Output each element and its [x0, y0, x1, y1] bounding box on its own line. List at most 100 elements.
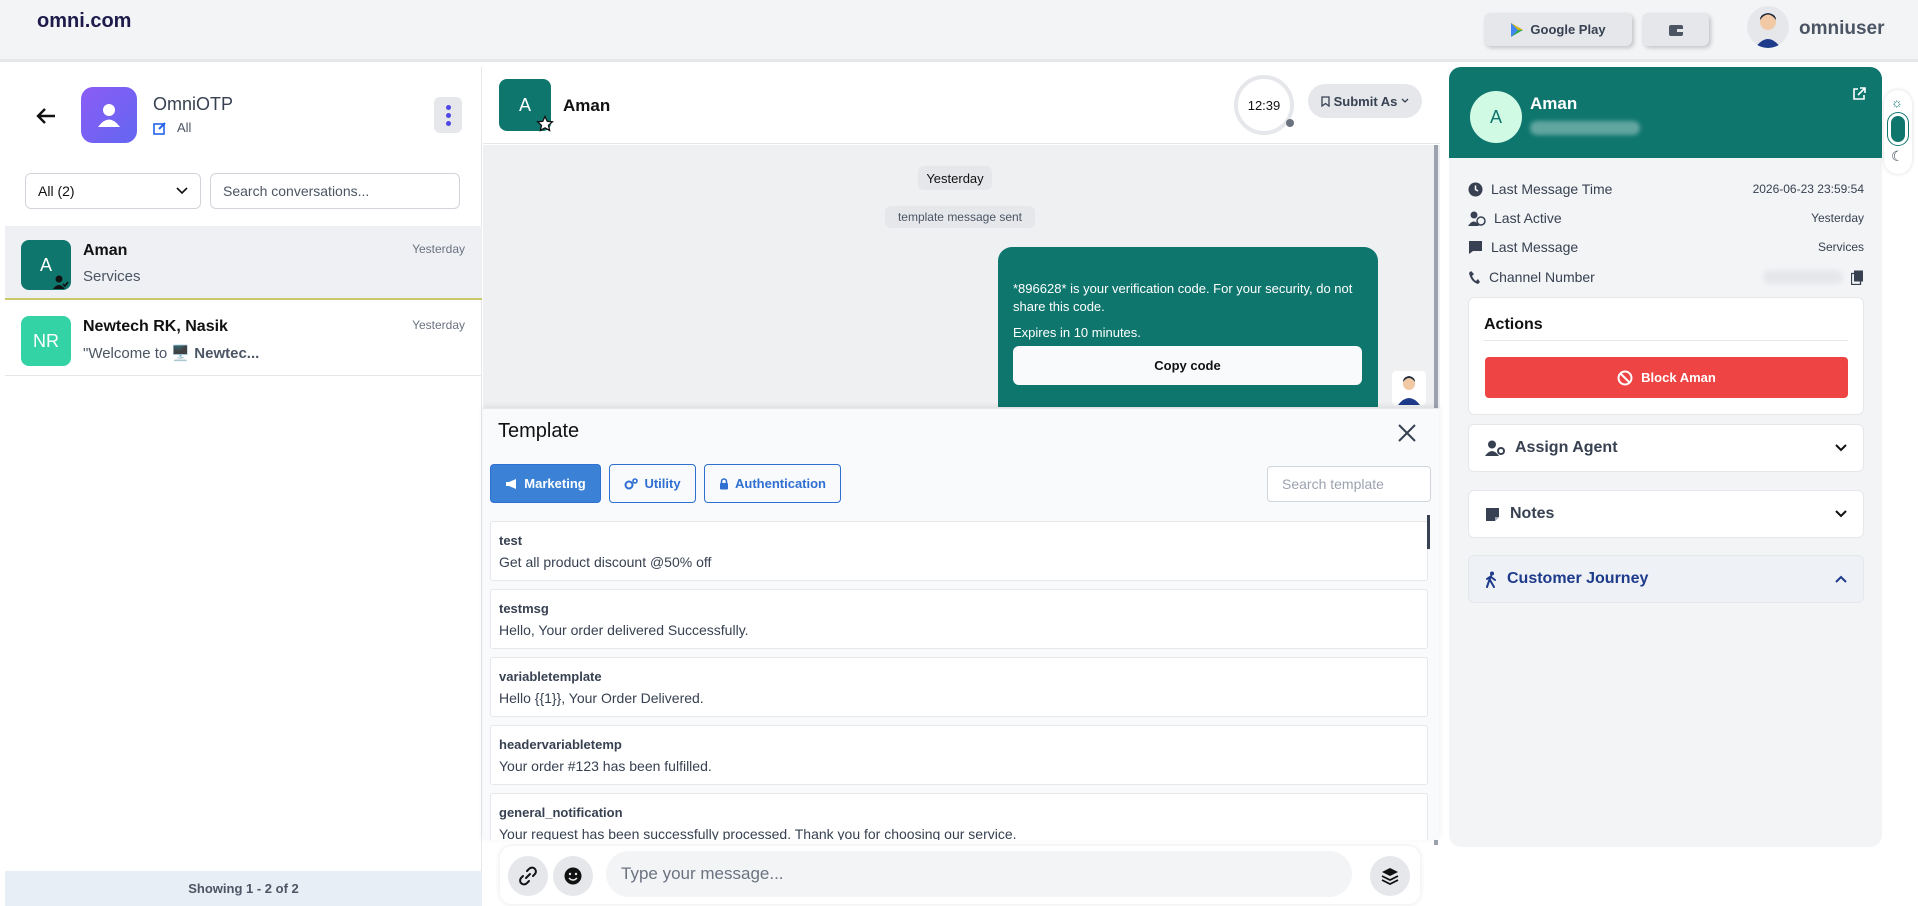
conversation-preview: "Welcome to 🖥️ Newtec...: [83, 345, 260, 362]
template-name: test: [499, 533, 523, 548]
star-icon[interactable]: [536, 114, 554, 138]
back-arrow-icon[interactable]: [36, 104, 56, 132]
info-channel-number: Channel Number: [1468, 266, 1864, 288]
filter-value: All (2): [38, 183, 75, 199]
edit-icon[interactable]: [153, 121, 167, 135]
message-bubble: *896628* is your verification code. For …: [998, 247, 1378, 407]
link-icon: [519, 866, 537, 886]
customer-phone-redacted: [1530, 121, 1640, 135]
account-filter[interactable]: All: [153, 120, 191, 135]
user-clock-icon: [1468, 211, 1486, 226]
block-contact-button[interactable]: Block Aman: [1485, 357, 1848, 398]
template-body: Hello, Your order delivered Successfully…: [499, 622, 749, 638]
template-item[interactable]: variabletemplate Hello {{1}}, Your Order…: [490, 657, 1428, 717]
divider: [1484, 340, 1848, 341]
timer-status-dot: [1286, 119, 1294, 127]
conversation-filter-select[interactable]: All (2): [25, 173, 201, 209]
template-item[interactable]: test Get all product discount @50% off: [490, 521, 1428, 581]
google-play-label: Google Play: [1530, 22, 1606, 37]
template-search-input[interactable]: [1267, 466, 1431, 502]
submit-as-button[interactable]: Submit As: [1308, 84, 1422, 118]
template-body: Hello {{1}}, Your Order Delivered.: [499, 690, 704, 706]
wallet-button[interactable]: [1642, 13, 1709, 46]
moon-icon[interactable]: ☾: [1891, 148, 1904, 165]
templates-button[interactable]: [1370, 856, 1410, 896]
message-input[interactable]: [606, 851, 1352, 897]
submit-as-label: Submit As: [1333, 93, 1398, 109]
tab-utility[interactable]: Utility: [609, 464, 696, 503]
theme-toggle-knob[interactable]: [1888, 113, 1908, 145]
computer-icon: 🖥️: [171, 345, 191, 362]
copy-code-button[interactable]: Copy code: [1013, 346, 1362, 385]
template-list-scrollbar[interactable]: [1427, 515, 1430, 549]
gears-icon: [624, 477, 639, 489]
more-options-icon[interactable]: [434, 97, 462, 133]
smile-icon: [564, 867, 582, 885]
actions-title: Actions: [1484, 316, 1543, 333]
template-item[interactable]: headervariabletemp Your order #123 has b…: [490, 725, 1428, 785]
conversation-avatar: A: [21, 240, 71, 290]
conversation-preview: Services: [83, 268, 141, 285]
template-item[interactable]: general_notification Your request has be…: [490, 793, 1428, 840]
template-item[interactable]: testmsg Hello, Your order delivered Succ…: [490, 589, 1428, 649]
chat-header: [483, 67, 1440, 144]
phone-icon: [1469, 270, 1480, 284]
customer-avatar: A: [1470, 91, 1522, 143]
user-avatar[interactable]: [1747, 6, 1789, 48]
template-panel-title: Template: [498, 420, 580, 442]
conversation-search-input[interactable]: [210, 173, 460, 209]
username[interactable]: omniuser: [1799, 18, 1885, 40]
message-text: *896628* is your verification code. For …: [1013, 281, 1353, 314]
session-timer: 12:39: [1234, 75, 1294, 135]
template-name: headervariabletemp: [499, 737, 622, 752]
message-expiry: Expires in 10 minutes.: [1013, 325, 1141, 340]
ban-icon: [1617, 370, 1633, 385]
notes-accordion[interactable]: Notes: [1468, 490, 1864, 538]
assigned-agent-icon: [53, 275, 69, 289]
google-play-button[interactable]: Google Play: [1484, 13, 1632, 46]
channel-number-redacted: [1763, 270, 1843, 284]
sun-icon[interactable]: ☼: [1891, 95, 1903, 110]
customer-journey-accordion[interactable]: Customer Journey: [1468, 555, 1864, 603]
info-last-message: Last Message Services: [1468, 236, 1864, 258]
template-name: variabletemplate: [499, 669, 602, 684]
conversation-name: Newtech RK, Nasik: [83, 318, 228, 335]
account-avatar: [81, 87, 137, 143]
megaphone-icon: [506, 478, 517, 489]
template-body: Get all product discount @50% off: [499, 554, 712, 570]
system-message: template message sent: [885, 206, 1035, 228]
assign-agent-accordion[interactable]: Assign Agent: [1468, 424, 1864, 472]
emoji-button[interactable]: [553, 856, 593, 896]
template-body: Your order #123 has been fulfilled.: [499, 758, 712, 774]
clock-icon: [1468, 182, 1483, 196]
attachment-button[interactable]: [508, 856, 548, 896]
chevron-down-icon: [1835, 444, 1847, 452]
tab-authentication[interactable]: Authentication: [704, 464, 841, 503]
user-icon: [98, 104, 120, 127]
bookmark-icon: [1320, 95, 1330, 107]
lock-icon: [720, 477, 728, 489]
wallet-icon: [1668, 24, 1683, 36]
template-name: general_notification: [499, 805, 623, 820]
conversation-item[interactable]: A Aman Services Yesterday: [5, 226, 482, 300]
info-last-message-time: Last Message Time 2026-06-23 23:59:54: [1468, 178, 1864, 200]
conversation-item[interactable]: NR Newtech RK, Nasik "Welcome to 🖥️ Newt…: [5, 302, 482, 376]
template-body: Your request has been successfully proce…: [499, 826, 1017, 840]
conversation-time: Yesterday: [412, 242, 465, 256]
walking-icon: [1486, 571, 1496, 588]
chevron-down-icon: [1401, 98, 1409, 103]
conversation-avatar: NR: [21, 316, 71, 366]
external-link-icon[interactable]: [1851, 86, 1867, 107]
tab-marketing[interactable]: Marketing: [490, 464, 601, 503]
sender-avatar: [1392, 371, 1426, 405]
account-filter-label: All: [177, 120, 192, 135]
chevron-down-icon: [176, 187, 188, 195]
block-label: Block Aman: [1641, 370, 1716, 385]
pagination-status: Showing 1 - 2 of 2: [5, 871, 482, 906]
template-name: testmsg: [499, 601, 549, 616]
chevron-up-icon: [1835, 575, 1847, 583]
conversation-name: Aman: [83, 242, 128, 259]
copy-icon[interactable]: [1851, 270, 1864, 285]
close-icon[interactable]: [1398, 420, 1416, 446]
brand-logo[interactable]: omni.com: [37, 10, 131, 33]
